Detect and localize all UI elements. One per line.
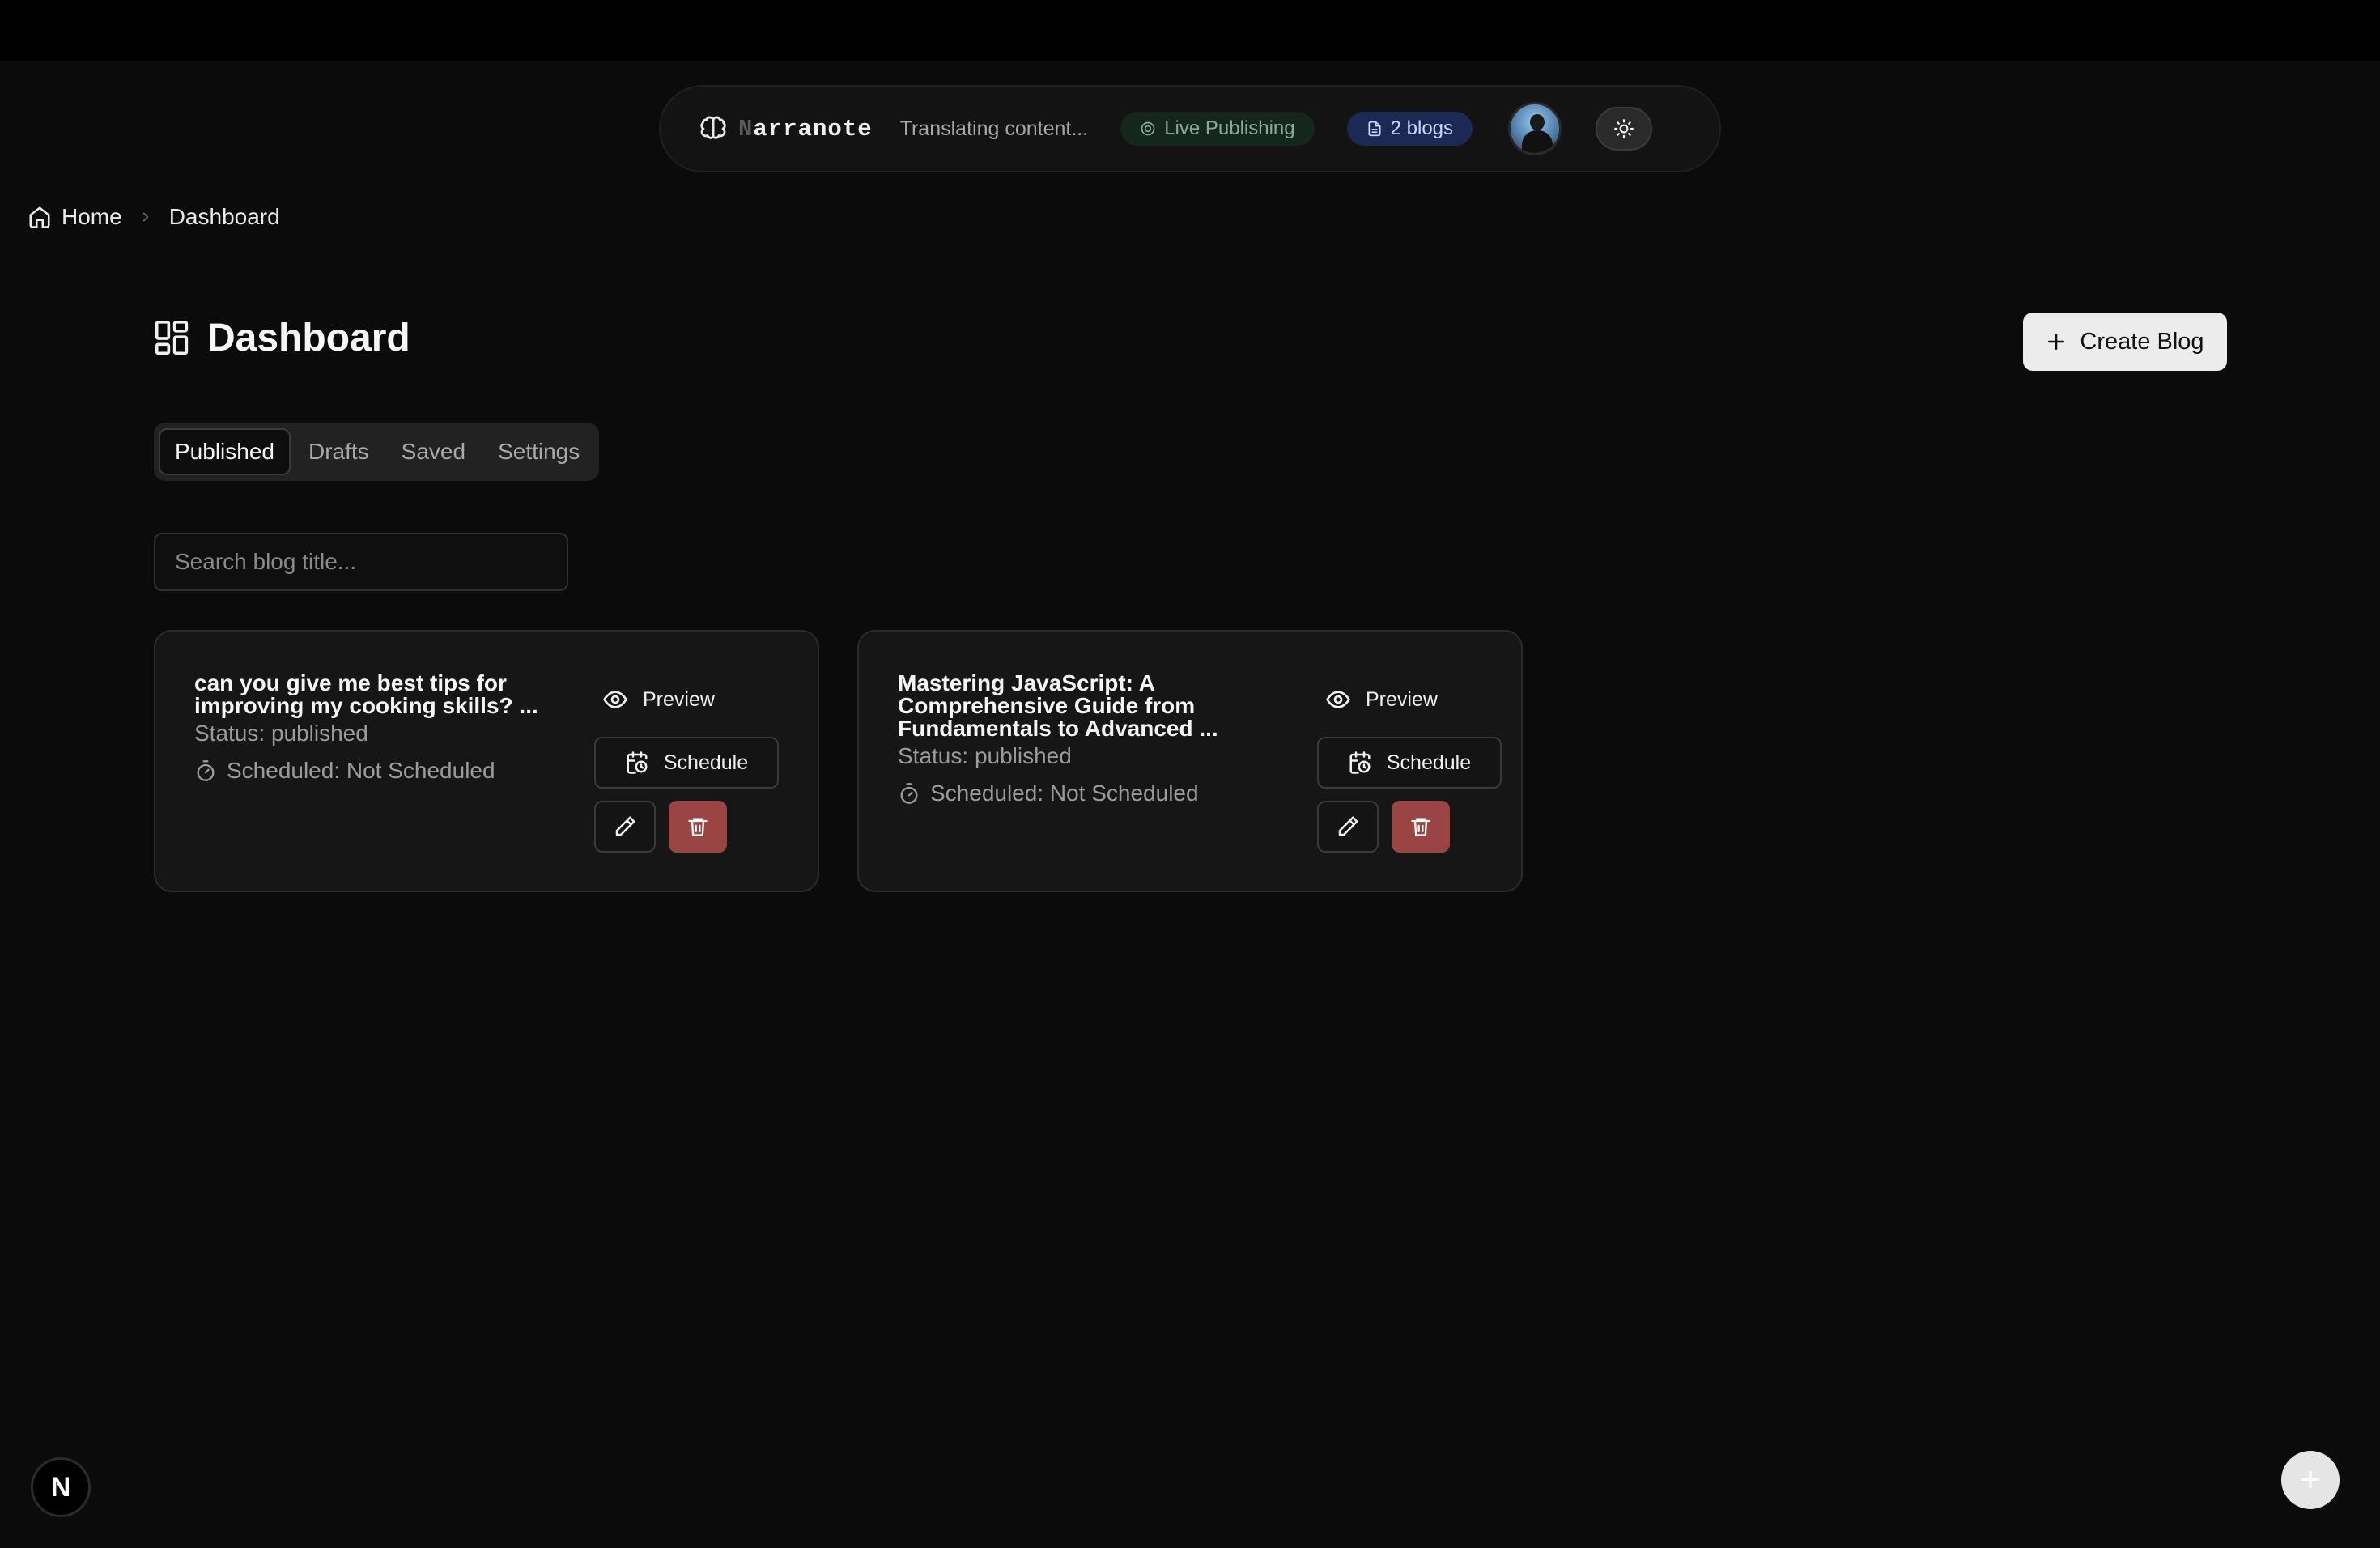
preview-label: Preview xyxy=(643,687,715,711)
breadcrumb: Home Dashboard xyxy=(28,204,280,230)
blog-scheduled: Scheduled: Not Scheduled xyxy=(898,780,1199,806)
radio-icon xyxy=(1140,121,1156,137)
blog-status: Status: published xyxy=(898,743,1072,768)
live-badge-label: Live Publishing xyxy=(1164,117,1295,139)
blog-card: can you give me best tips for improving … xyxy=(154,630,819,892)
nextjs-dev-badge[interactable]: N xyxy=(31,1457,91,1517)
blog-scheduled: Scheduled: Not Scheduled xyxy=(194,758,495,784)
file-icon xyxy=(1366,121,1383,137)
brand-first-letter: N xyxy=(738,115,754,142)
blog-title: can you give me best tips for improving … xyxy=(194,670,538,718)
theme-toggle-button[interactable] xyxy=(1596,107,1653,151)
blog-count-badge: 2 blogs xyxy=(1346,112,1473,146)
timer-icon xyxy=(898,782,920,805)
tab-saved[interactable]: Saved xyxy=(387,428,480,475)
home-icon xyxy=(28,205,52,229)
pencil-icon xyxy=(613,814,637,839)
navbar: Narranote Translating content... Live Pu… xyxy=(659,85,1721,172)
schedule-label: Schedule xyxy=(1386,751,1472,774)
page-title: Dashboard xyxy=(207,317,410,359)
tab-list: Published Drafts Saved Settings xyxy=(154,423,600,481)
pencil-icon xyxy=(1336,814,1360,839)
page-header: Dashboard xyxy=(154,316,410,360)
blog-scheduled-label: Scheduled: Not Scheduled xyxy=(227,758,495,783)
blogs-badge-label: 2 blogs xyxy=(1390,117,1454,139)
blog-card: Mastering JavaScript: A Comprehensive Gu… xyxy=(857,630,1523,892)
create-blog-button[interactable]: Create Blog xyxy=(2023,313,2227,371)
trash-icon xyxy=(686,815,709,838)
blog-scheduled-label: Scheduled: Not Scheduled xyxy=(930,780,1199,806)
avatar[interactable] xyxy=(1508,102,1562,155)
plus-icon xyxy=(2046,331,2067,352)
schedule-button[interactable]: Schedule xyxy=(594,737,779,789)
blog-status: Status: published xyxy=(194,721,368,746)
eye-icon xyxy=(602,687,628,712)
delete-button[interactable] xyxy=(669,801,727,853)
edit-button[interactable] xyxy=(1317,801,1379,853)
eye-icon xyxy=(1325,687,1351,712)
calendar-clock-icon xyxy=(1348,751,1372,775)
timer-icon xyxy=(194,759,217,782)
schedule-button[interactable]: Schedule xyxy=(1317,737,1502,789)
chevron-right-icon xyxy=(134,210,158,224)
preview-button[interactable]: Preview xyxy=(586,680,731,719)
layout-grid-icon xyxy=(154,319,189,358)
create-blog-label: Create Blog xyxy=(2080,328,2204,355)
top-strip xyxy=(0,0,2380,61)
tab-settings[interactable]: Settings xyxy=(483,428,594,475)
brand[interactable]: Narranote xyxy=(699,115,873,142)
tab-published[interactable]: Published xyxy=(159,428,291,475)
tab-drafts[interactable]: Drafts xyxy=(294,428,384,475)
sun-icon xyxy=(1613,118,1634,139)
brand-name: Narranote xyxy=(738,116,873,142)
floating-add-button[interactable]: + xyxy=(2281,1451,2340,1509)
brand-rest: arranote xyxy=(753,115,873,142)
preview-label: Preview xyxy=(1366,687,1438,711)
edit-button[interactable] xyxy=(594,801,656,853)
schedule-label: Schedule xyxy=(663,751,749,774)
calendar-clock-icon xyxy=(625,751,649,775)
delete-button[interactable] xyxy=(1392,801,1450,853)
blog-title: Mastering JavaScript: A Comprehensive Gu… xyxy=(898,670,1218,741)
preview-button[interactable]: Preview xyxy=(1309,680,1454,719)
breadcrumb-home[interactable]: Home xyxy=(28,204,122,230)
breadcrumb-current: Dashboard xyxy=(168,204,280,229)
translation-status: Translating content... xyxy=(899,117,1089,140)
live-publishing-badge: Live Publishing xyxy=(1120,112,1315,146)
search-input[interactable] xyxy=(154,533,568,591)
brain-icon xyxy=(699,115,727,142)
trash-icon xyxy=(1409,815,1432,838)
breadcrumb-home-label: Home xyxy=(62,204,122,229)
